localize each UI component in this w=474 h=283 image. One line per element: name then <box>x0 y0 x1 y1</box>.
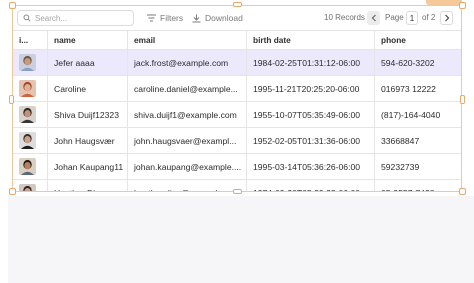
download-button[interactable]: Download <box>192 13 243 23</box>
table-row[interactable]: Caroline caroline.daniel@example... 1995-1… <box>13 76 461 102</box>
avatar-cell <box>13 154 48 179</box>
avatar <box>19 132 36 149</box>
cell-phone: 05-9557-7428 <box>375 180 461 192</box>
avatar-cell <box>13 76 48 101</box>
table-row[interactable]: Jefer aaaa jack.frost@example.com 1984-02-… <box>13 50 461 76</box>
search-box[interactable] <box>17 10 134 26</box>
chevron-right-icon <box>444 14 449 22</box>
table-row[interactable]: Shiva Duijf12323 shiva.duijf1@example.com… <box>13 102 461 128</box>
search-input[interactable] <box>35 13 125 23</box>
cell-name: John Haugsvær <box>48 128 128 153</box>
avatar <box>19 106 36 123</box>
avatar-cell <box>13 128 48 153</box>
cell-email: jack.frost@example.com <box>128 50 247 75</box>
resize-handle-left[interactable] <box>9 95 14 104</box>
page-total-label: of 2 <box>422 13 436 22</box>
avatar <box>19 184 36 191</box>
column-header-birth-date[interactable]: birth date <box>247 31 375 49</box>
table-widget[interactable]: Filters Download 10 Records Page 1 of 2 <box>12 5 462 192</box>
avatar <box>19 54 36 71</box>
cell-birth-date: 1995-11-21T20:25:20-06:00 <box>247 76 375 101</box>
cell-name: Shiva Duijf12323 <box>48 102 128 127</box>
cell-birth-date: 1984-02-25T01:31:12-06:00 <box>247 50 375 75</box>
resize-handle-top-right[interactable] <box>459 2 466 9</box>
cell-email: john.haugsvaer@exampl... <box>128 128 247 153</box>
cell-phone: 016973 12222 <box>381 83 436 94</box>
cell-birth-date: 1974-09-20T05:29:33-06:00 <box>247 180 375 191</box>
filters-label: Filters <box>160 13 184 23</box>
cell-email: johan.kaupang@example.... <box>128 154 247 179</box>
cell-name: Jefer aaaa <box>48 50 128 75</box>
previous-page-button[interactable] <box>367 11 380 25</box>
cell-name: Johan Kaupang11 <box>48 154 128 179</box>
cell-name: Caroline <box>48 76 128 101</box>
avatar <box>19 80 36 97</box>
canvas-background <box>8 196 474 283</box>
table-row[interactable]: Johan Kaupang11 johan.kaupang@example....… <box>13 154 461 180</box>
next-page-button[interactable] <box>440 11 453 25</box>
canvas: Filters Download 10 Records Page 1 of 2 <box>0 0 474 283</box>
filters-button[interactable]: Filters <box>147 13 183 23</box>
cell-phone: (817)-164-4040 <box>381 109 441 120</box>
search-icon <box>23 14 31 22</box>
column-header-name[interactable]: name <box>48 31 128 49</box>
cell-email: shiva.duijf1@example.com <box>128 102 247 127</box>
cell-phone: 33668847 <box>381 135 420 146</box>
page-number-input[interactable]: 1 <box>406 11 418 25</box>
records-count: 10 Records <box>324 13 365 22</box>
resize-handle-bottom[interactable] <box>233 189 242 194</box>
resize-handle-bottom-right[interactable] <box>459 188 466 195</box>
cell-email: heather.diaz@example.com <box>128 180 247 191</box>
chevron-left-icon <box>371 14 376 22</box>
resize-handle-right[interactable] <box>460 95 465 104</box>
cell-birth-date: 1995-03-14T05:36:26-06:00 <box>247 154 375 179</box>
column-header-id[interactable]: i... <box>13 31 48 49</box>
cell-birth-date: 1952-02-05T01:31:36-06:00 <box>247 128 375 153</box>
avatar <box>19 158 36 175</box>
cell-email: caroline.daniel@example... <box>128 76 247 101</box>
table-row[interactable]: John Haugsvær john.haugsvaer@exampl... 195… <box>13 128 461 154</box>
resize-handle-top-left[interactable] <box>9 2 16 9</box>
cell-name: Heather Diaz <box>48 180 128 191</box>
download-icon <box>192 14 201 22</box>
table-toolbar: Filters Download 10 Records Page 1 of 2 <box>13 6 461 30</box>
column-header-phone[interactable]: phone <box>375 31 461 49</box>
table-header-row: i... name email birth date phone <box>13 30 461 50</box>
page-label: Page <box>385 13 404 22</box>
resize-handle-bottom-left[interactable] <box>9 188 16 195</box>
cell-phone: 594-620-3202 <box>381 57 435 68</box>
cell-birth-date: 1955-10-07T05:35:49-06:00 <box>247 102 375 127</box>
column-header-email[interactable]: email <box>128 31 247 49</box>
avatar-cell <box>13 102 48 127</box>
filter-icon <box>147 14 156 22</box>
download-label: Download <box>205 13 243 23</box>
resize-handle-top[interactable] <box>233 2 242 7</box>
avatar-cell <box>13 180 48 191</box>
cell-phone: 59232739 <box>381 161 420 172</box>
avatar-cell <box>13 50 48 75</box>
